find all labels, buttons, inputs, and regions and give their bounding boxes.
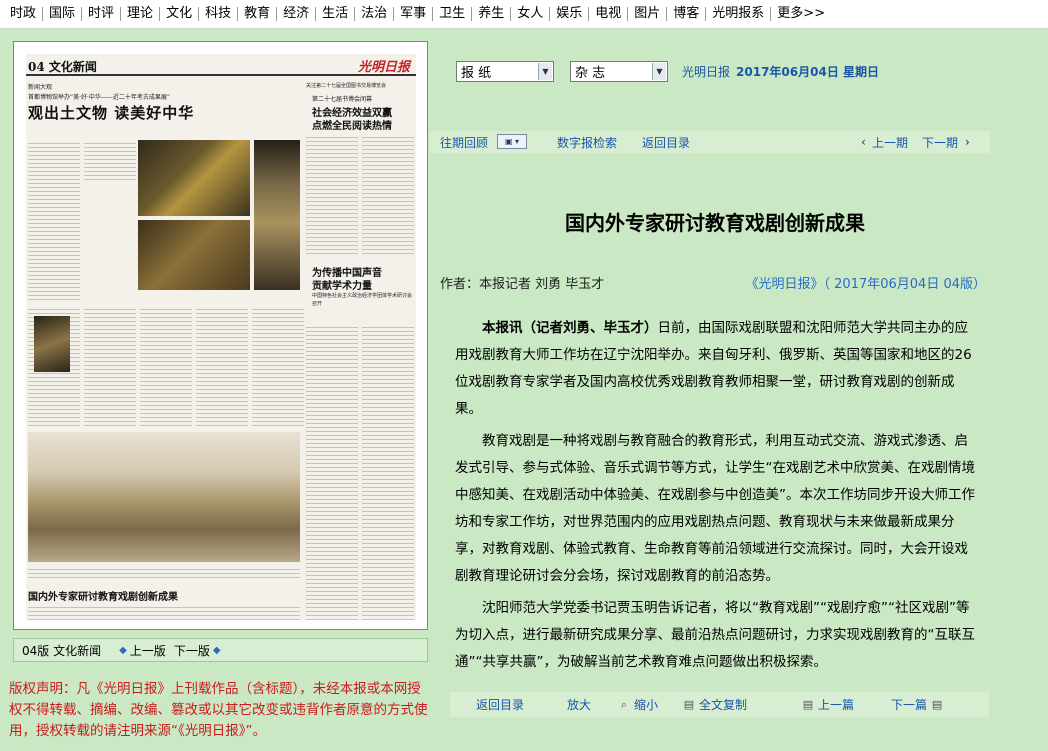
paper-headline-3b: 贡献学术力量	[312, 281, 372, 292]
nav-item[interactable]: 养生	[472, 7, 512, 21]
prev-page-icon: ◆	[119, 644, 127, 656]
chevron-left-icon[interactable]: ‹	[861, 135, 866, 149]
nav-item[interactable]: 生活	[316, 7, 356, 21]
paper-page-label: 04 文化新闻	[28, 60, 97, 74]
next-article-button[interactable]: 下一篇 ▤	[891, 696, 947, 713]
nav-item[interactable]: 国际	[43, 7, 83, 21]
article-body: 本报讯（记者刘勇、毕玉才）日前，由国际戏剧联盟和沈阳师范大学共同主办的应用戏剧教…	[455, 315, 975, 681]
calendar-icon[interactable]: ▣ ▾	[497, 134, 527, 149]
prev-issue-link[interactable]: 上一期	[872, 134, 908, 151]
paper-text-column	[28, 604, 300, 620]
paper-sub-3: 中国特色社会主义政治经济学团体学术研讨会召开	[312, 293, 413, 307]
paper-section-tag-1: 新闻大观	[28, 84, 53, 91]
nav-item[interactable]: 科技	[199, 7, 239, 21]
nav-item[interactable]: 更多>>	[771, 7, 831, 21]
paper-text-column	[306, 324, 358, 620]
nav-item[interactable]: 光明报系	[706, 7, 772, 21]
paper-text-column	[28, 140, 80, 300]
artifact-photo-small	[34, 316, 70, 372]
paper-kicker-1: 首都博物馆举办“美·好·中华——近二十年考古成果展”	[28, 94, 171, 101]
paper-text-column	[84, 140, 136, 180]
nav-item[interactable]: 经济	[277, 7, 317, 21]
zoom-in-button[interactable]: 放大	[567, 696, 591, 713]
top-nav: 时政 国际 时评 理论 文化 科技 教育 经济 生活 法治 军事 卫生 养生 女人 娱乐 电视 图片 博客 光明报系…	[0, 0, 1048, 29]
publication-selectors: 报 纸 ▼ 杂 志 ▼ 光明日报 2017年06月04日 星期日	[456, 61, 879, 82]
article-byline: 作者：本报记者 刘勇 毕玉才	[440, 277, 605, 292]
chevron-down-icon[interactable]: ▼	[538, 63, 552, 80]
magazine-select-value: 杂 志	[575, 66, 606, 81]
past-issues-link[interactable]: 往期回顾	[440, 134, 488, 151]
nav-item[interactable]: 娱乐	[550, 7, 590, 21]
prev-article-icon: ▤	[802, 697, 814, 711]
artifact-photo-figure	[254, 140, 300, 290]
nav-item[interactable]: 理论	[121, 7, 161, 21]
paper-headline-1: 观出土文物 读美好中华	[28, 104, 195, 122]
paper-text-column	[28, 566, 300, 580]
document-icon: ▤	[683, 697, 695, 711]
nav-item[interactable]: 卫生	[433, 7, 473, 21]
paper-text-column	[196, 306, 248, 426]
chevron-down-icon[interactable]: ▼	[652, 63, 666, 80]
nav-item[interactable]: 教育	[238, 7, 278, 21]
article-lead: 本报讯（记者刘勇、毕玉才）	[482, 320, 658, 336]
back-to-index-link[interactable]: 返回目录	[642, 134, 690, 151]
issue-date: 2017年06月04日 星期日	[736, 65, 879, 79]
newspaper-page-image[interactable]: 04 文化新闻 光明日报 新闻大观 首都博物馆举办“美·好·中华——近二十年考古…	[26, 54, 416, 620]
nav-item[interactable]: 博客	[667, 7, 707, 21]
theater-photo	[28, 432, 300, 562]
prev-article-button[interactable]: ▤ 上一篇	[802, 696, 854, 713]
prev-page-link[interactable]: 上一版	[130, 642, 166, 659]
article-source[interactable]: 《光明日报》（ 2017年06月04日 04版）	[746, 273, 986, 292]
article-paragraph-3: 沈阳师范大学党委书记贾玉明告诉记者，将以“教育戏剧”“戏剧疗愈”“社区戏剧”等为…	[455, 600, 975, 670]
article-toolbar: 返回目录 放大 ⌕ 缩小 ▤ 全文复制 ▤ 上一篇 下一篇 ▤	[450, 692, 989, 717]
nav-item[interactable]: 图片	[628, 7, 668, 21]
digital-search-link[interactable]: 数字报检索	[557, 134, 617, 151]
magnifier-icon: ⌕	[620, 697, 628, 711]
paper-text-column	[362, 134, 414, 254]
paper-select[interactable]: 报 纸 ▼	[456, 61, 554, 82]
paper-headline-2b: 点燃全民阅读热情	[312, 121, 392, 132]
paper-kicker-2: 第二十七届书博会闭幕	[312, 96, 373, 103]
zoom-out-button[interactable]: ⌕ 缩小	[618, 696, 658, 713]
nav-item[interactable]: 女人	[511, 7, 551, 21]
toolbar-back-button[interactable]: 返回目录	[476, 696, 524, 713]
paper-headline-4: 国内外专家研讨教育戏剧创新成果	[28, 592, 178, 603]
paper-text-column	[252, 306, 304, 426]
nav-item[interactable]: 军事	[394, 7, 434, 21]
next-article-icon: ▤	[931, 697, 943, 711]
paper-text-column	[140, 306, 192, 426]
nav-item[interactable]: 时评	[82, 7, 122, 21]
magazine-select[interactable]: 杂 志 ▼	[570, 61, 668, 82]
issue-subnav: 往期回顾 ▣ ▾ 数字报检索 返回目录 ‹ 上一期 下一期 ›	[430, 131, 990, 153]
paper-text-column	[362, 324, 414, 620]
nav-item[interactable]: 时政	[4, 7, 44, 21]
next-page-icon: ◆	[212, 644, 221, 656]
copyright-notice: 版权声明：凡《光明日报》上刊载作品（含标题），未经本报或本网授权不得转载、摘编、…	[9, 681, 428, 739]
artifact-photo-bronze	[138, 220, 250, 290]
chevron-right-icon[interactable]: ›	[965, 135, 970, 149]
article-paragraph-2: 教育戏剧是一种将戏剧与教育融合的教育形式，利用互动式交流、游戏式渗透、启发式引导…	[455, 433, 975, 584]
artifact-photo-vessel	[138, 140, 250, 216]
paper-text-column	[84, 306, 136, 426]
nav-item[interactable]: 电视	[589, 7, 629, 21]
paper-name: 光明日报	[682, 65, 731, 79]
edition-label: 04版 文化新闻	[22, 643, 102, 658]
nav-item[interactable]: 法治	[355, 7, 395, 21]
next-page-link[interactable]: 下一版	[174, 642, 210, 659]
paper-text-column	[306, 134, 358, 254]
issue-date-info: 光明日报 2017年06月04日 星期日	[682, 63, 879, 80]
article-paragraph-1: 本报讯（记者刘勇、毕玉才）日前，由国际戏剧联盟和沈阳师范大学共同主办的应用戏剧教…	[455, 320, 972, 417]
paper-masthead: 光明日报	[357, 60, 410, 75]
article-title: 国内外专家研讨教育戏剧创新成果	[565, 211, 865, 235]
page-navigation-bar: 04版 文化新闻 ◆ 上一版 下一版 ◆	[13, 638, 428, 662]
copy-all-button[interactable]: ▤ 全文复制	[683, 696, 747, 713]
nav-item[interactable]: 文化	[160, 7, 200, 21]
next-issue-link[interactable]: 下一期	[922, 134, 958, 151]
paper-select-value: 报 纸	[461, 66, 492, 81]
paper-section-tag-2: 关注第二十七届全国图书交易博览会	[306, 83, 387, 89]
newspaper-page-frame[interactable]: 04 文化新闻 光明日报 新闻大观 首都博物馆举办“美·好·中华——近二十年考古…	[13, 41, 428, 630]
